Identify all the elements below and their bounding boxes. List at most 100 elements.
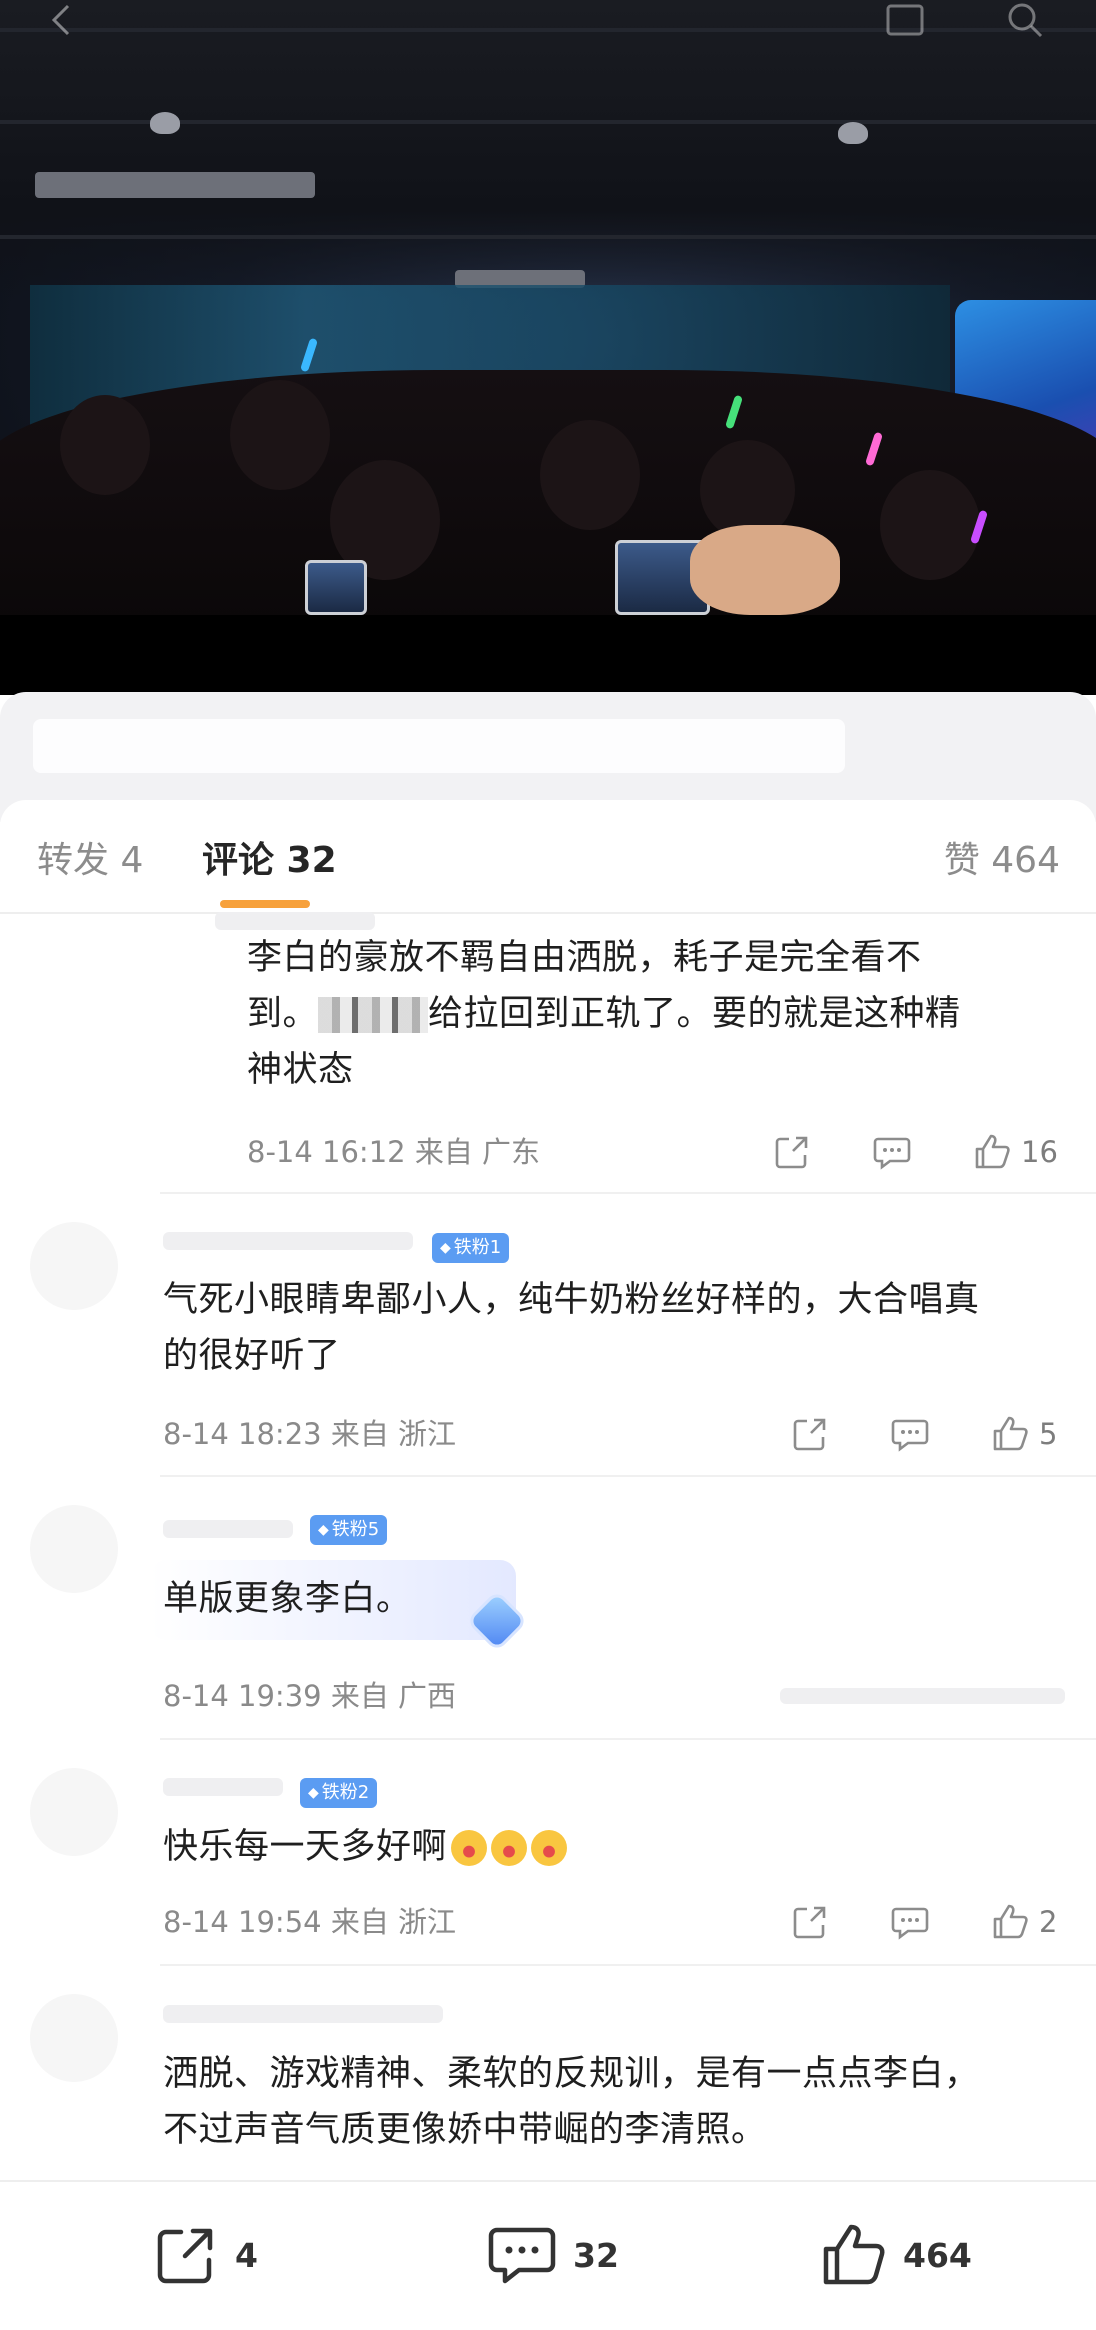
- comment-line: 单版更象李白。: [163, 1579, 412, 1619]
- tab-comment[interactable]: 评论 32: [202, 840, 337, 882]
- diamond-icon: ◆: [318, 1522, 329, 1538]
- comment-location: 来自 广东: [414, 1135, 541, 1169]
- scream-emoji-icon: [491, 1830, 528, 1866]
- comment-time: 8-14 16:12: [247, 1135, 406, 1169]
- comment-meta: 8-14 19:39 来自 广西: [163, 1678, 456, 1714]
- comment-location: 来自 浙江: [330, 1905, 457, 1939]
- like-button[interactable]: 5: [991, 1414, 1057, 1454]
- tab-repost[interactable]: 转发 4: [37, 840, 143, 882]
- share-icon[interactable]: [791, 1414, 829, 1454]
- divider: [160, 1738, 1096, 1740]
- picture-in-picture-icon[interactable]: [880, 0, 930, 40]
- comment-button[interactable]: 32: [487, 2220, 619, 2290]
- divider: [160, 1192, 1096, 1194]
- thumbs-up-icon: [993, 1416, 1028, 1451]
- comment-line: 气死小眼睛卑鄙小人，纯牛奶粉丝好样的，大合唱真: [163, 1280, 980, 1320]
- badge-label: 铁粉5: [331, 1519, 380, 1540]
- mosaic-redaction: [318, 997, 429, 1033]
- comment-meta: 8-14 19:54 来自 浙江: [163, 1904, 456, 1940]
- video-player[interactable]: [0, 0, 1096, 615]
- thumbs-up-icon: [823, 2224, 885, 2285]
- crowd-head: [230, 380, 330, 490]
- tab-like[interactable]: 赞 464: [944, 840, 1060, 882]
- tab-active-underline: [220, 900, 310, 908]
- like-button[interactable]: 2: [991, 1902, 1057, 1942]
- repost-button[interactable]: 4: [153, 2220, 258, 2290]
- share-icon[interactable]: [791, 1902, 829, 1942]
- divider: [160, 1475, 1096, 1477]
- hand: [690, 525, 840, 615]
- avatar[interactable]: [30, 1222, 118, 1310]
- comment-text: 李白的豪放不羁自由洒脱，耗子是完全看不 到。 给拉回到正轨了。要的就是这种精 神状…: [247, 930, 961, 1098]
- comment-text: 快乐每一天多好啊: [163, 1819, 568, 1875]
- video-ceiling: [0, 0, 1096, 300]
- security-camera: [150, 112, 180, 134]
- redacted-bar: [33, 719, 845, 773]
- divider: [0, 912, 1096, 914]
- scream-emoji-icon: [531, 1830, 568, 1866]
- crowd-head: [60, 395, 150, 495]
- ceiling-beam: [0, 235, 1096, 239]
- diamond-icon: ◆: [308, 1785, 319, 1801]
- like-post-button[interactable]: 464: [821, 2220, 972, 2290]
- divider: [160, 1964, 1096, 1966]
- black-gap: [0, 615, 1096, 695]
- crowd-head: [880, 470, 980, 580]
- comment-time: 8-14 18:23: [163, 1417, 322, 1451]
- comment-line: 的很好听了: [163, 1336, 341, 1376]
- comment-text: 单版更象李白。: [163, 1571, 412, 1627]
- thumbs-up-icon: [975, 1134, 1010, 1169]
- crowd-head: [540, 420, 640, 530]
- comment-time: 8-14 19:39: [163, 1679, 322, 1713]
- avatar[interactable]: [30, 1505, 118, 1593]
- comment-line: 快乐每一天多好啊: [163, 1827, 448, 1867]
- search-icon[interactable]: [1000, 0, 1050, 40]
- comment-icon[interactable]: [890, 1902, 930, 1942]
- like-count: 16: [1021, 1135, 1058, 1169]
- like-count: 2: [1039, 1905, 1058, 1939]
- comment-icon[interactable]: [872, 1132, 912, 1172]
- comment-time: 8-14 19:54: [163, 1905, 322, 1939]
- comment-text: 气死小眼睛卑鄙小人，纯牛奶粉丝好样的，大合唱真 的很好听了: [163, 1272, 980, 1384]
- like-count: 5: [1039, 1417, 1058, 1451]
- comment-meta: 8-14 16:12 来自 广东: [247, 1134, 540, 1170]
- thumbs-up-icon: [993, 1904, 1028, 1939]
- repost-count: 4: [235, 2235, 258, 2275]
- badge-label: 铁粉1: [453, 1237, 502, 1258]
- comment-line: 不过声音气质更像娇中带崛的李清照。: [163, 2110, 767, 2150]
- ceiling-light: [35, 172, 315, 198]
- commenter-name[interactable]: [163, 1520, 293, 1538]
- comment-meta: 8-14 18:23 来自 浙江: [163, 1416, 456, 1452]
- comment-bubble-icon: [488, 2227, 556, 2284]
- comment-line: 神状态: [247, 1050, 354, 1090]
- comment-line: 给拉回到正轨了。要的就是这种精: [428, 994, 961, 1034]
- badge-label: 铁粉2: [321, 1782, 370, 1803]
- blurred-actions: [780, 1688, 1065, 1704]
- commenter-name[interactable]: [215, 912, 375, 930]
- diamond-icon: ◆: [440, 1240, 451, 1256]
- comment-text: 洒脱、游戏精神、柔软的反规训，是有一点点李白， 不过声音气质更像娇中带崛的李清照…: [163, 2046, 980, 2158]
- comment-icon[interactable]: [890, 1414, 930, 1454]
- share-icon[interactable]: [773, 1132, 811, 1172]
- commenter-name[interactable]: [163, 2005, 443, 2023]
- security-camera: [838, 122, 868, 144]
- tab-bar: [0, 800, 1096, 913]
- ceiling-beam: [0, 28, 1096, 32]
- phone-screen: [305, 560, 367, 615]
- like-button[interactable]: 16: [973, 1132, 1058, 1172]
- like-count: 464: [903, 2235, 972, 2275]
- fan-badge: ◆ 铁粉2: [300, 1778, 378, 1808]
- comment-line: 洒脱、游戏精神、柔软的反规训，是有一点点李白，: [163, 2054, 980, 2094]
- avatar[interactable]: [30, 1994, 118, 2082]
- comment-count: 32: [573, 2235, 619, 2275]
- weibo-post-detail-screen: 转发 4 评论 32 赞 464 李白的豪放不羁自由洒脱，耗子是完全看不 到。 给…: [0, 0, 1096, 2330]
- commenter-name[interactable]: [163, 1778, 283, 1796]
- scream-emoji-icon: [451, 1830, 488, 1866]
- comment-line: 到。: [247, 994, 319, 1034]
- fan-badge: ◆ 铁粉5: [310, 1515, 388, 1545]
- comment-location: 来自 浙江: [330, 1417, 457, 1451]
- commenter-name[interactable]: [163, 1232, 413, 1250]
- repost-icon: [157, 2228, 213, 2284]
- avatar[interactable]: [30, 1768, 118, 1856]
- back-arrow-icon[interactable]: [36, 0, 86, 40]
